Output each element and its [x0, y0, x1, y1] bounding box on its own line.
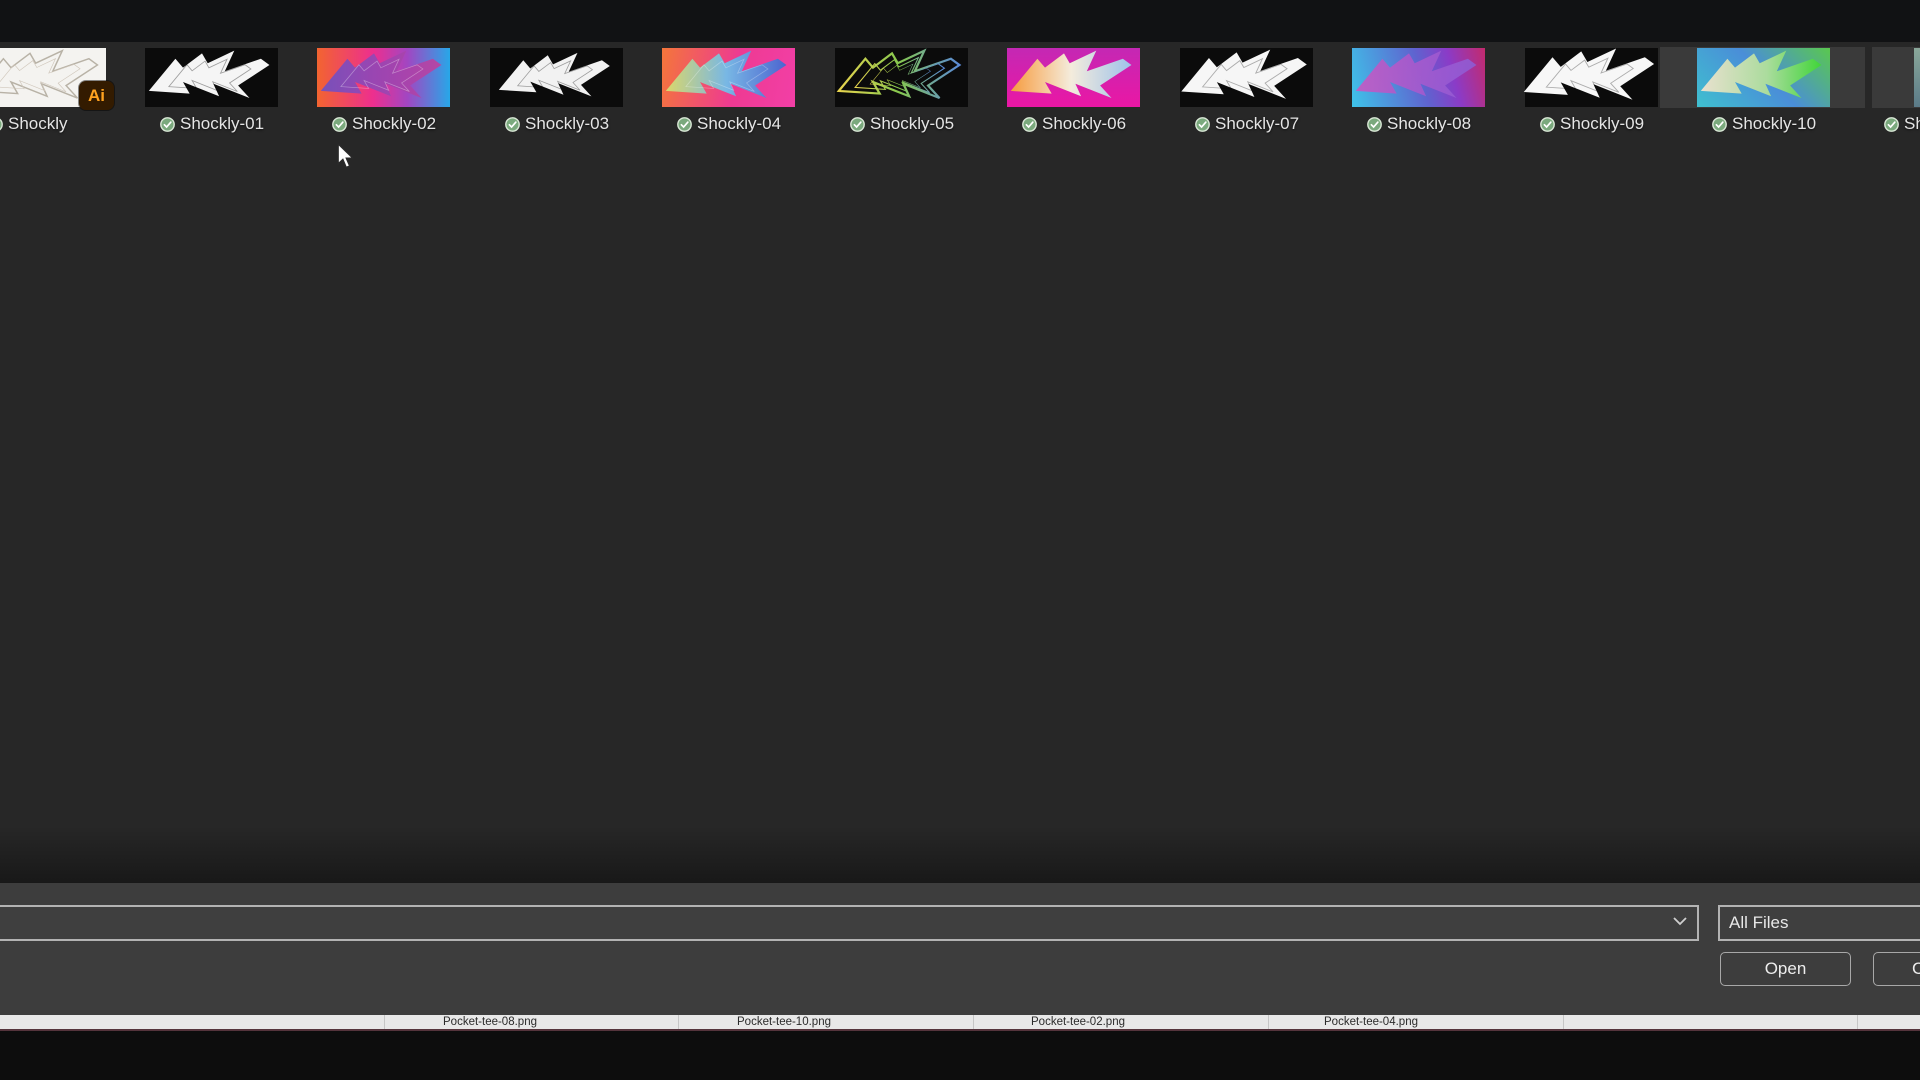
- sync-status-icon: [160, 117, 175, 132]
- background-window-strip: [0, 1015, 1920, 1031]
- chevron-down-icon[interactable]: [1672, 916, 1688, 926]
- sync-status-icon: [677, 117, 692, 132]
- file-item-shockly-01[interactable]: Shockly-01: [160, 113, 264, 135]
- file-thumbnail-shockly-09[interactable]: [1525, 48, 1658, 107]
- filename-input[interactable]: [0, 905, 1699, 941]
- file-thumbnail-shockly-10[interactable]: [1697, 48, 1830, 107]
- file-item-shockly-08[interactable]: Shockly-08: [1367, 113, 1471, 135]
- file-thumbnail-shockly-06[interactable]: [1007, 48, 1140, 107]
- file-name-label: Sh: [1904, 114, 1920, 134]
- clipped-thumbnail-sliver: [1914, 48, 1920, 107]
- sync-status-icon: [1540, 117, 1555, 132]
- file-item-shockly-03[interactable]: Shockly-03: [505, 113, 609, 135]
- dialog-footer-panel: [0, 883, 1920, 1015]
- title-bar: [0, 0, 1920, 42]
- grid-cell-divider: [1857, 1015, 1858, 1029]
- sync-status-icon: [1884, 117, 1899, 132]
- file-name-label: Shockly-09: [1560, 114, 1644, 134]
- file-item-shockly-05[interactable]: Shockly-05: [850, 113, 954, 135]
- file-thumbnail-shockly-07[interactable]: [1180, 48, 1313, 107]
- sync-status-icon: [332, 117, 347, 132]
- list-bottom-shadow: [0, 826, 1920, 883]
- file-name-label: Shockly-10: [1732, 114, 1816, 134]
- file-type-dropdown[interactable]: All Files: [1718, 905, 1920, 941]
- file-item-shockly-10[interactable]: Shockly-10: [1712, 113, 1816, 135]
- open-button[interactable]: Open: [1720, 952, 1851, 986]
- mouse-cursor: [335, 144, 357, 170]
- sync-status-icon: [850, 117, 865, 132]
- cancel-button[interactable]: Cancel: [1873, 952, 1920, 986]
- file-item-shockly[interactable]: Shockly: [0, 113, 68, 135]
- file-name-label: Shockly-07: [1215, 114, 1299, 134]
- background-file-label: Pocket-tee-08.png: [443, 1016, 537, 1028]
- file-item-shockly-06[interactable]: Shockly-06: [1022, 113, 1126, 135]
- file-item-shockly-09[interactable]: Shockly-09: [1540, 113, 1644, 135]
- file-list-area: [0, 42, 1920, 883]
- file-thumbnail-shockly-08[interactable]: [1352, 48, 1485, 107]
- file-item-shockly-07[interactable]: Shockly-07: [1195, 113, 1299, 135]
- sync-status-icon: [1367, 117, 1382, 132]
- file-item-shockly-02[interactable]: Shockly-02: [332, 113, 436, 135]
- sync-status-icon: [505, 117, 520, 132]
- file-thumbnail-shockly-01[interactable]: [145, 48, 278, 107]
- grid-cell-divider: [1563, 1015, 1564, 1029]
- file-item-shockly-04[interactable]: Shockly-04: [677, 113, 781, 135]
- adobe-illustrator-badge: Ai: [79, 81, 114, 110]
- item-highlight-tile: [1872, 47, 1920, 108]
- file-name-label: Shockly-04: [697, 114, 781, 134]
- file-thumbnail-shockly-05[interactable]: [835, 48, 968, 107]
- file-type-value: All Files: [1729, 913, 1789, 933]
- sync-status-icon: [1712, 117, 1727, 132]
- file-thumbnail-shockly-03[interactable]: [490, 48, 623, 107]
- file-thumbnail-shockly-02[interactable]: [317, 48, 450, 107]
- file-name-label: Shockly-03: [525, 114, 609, 134]
- file-thumbnail-shockly-ai[interactable]: Ai: [0, 48, 106, 107]
- file-name-label: Shockly: [8, 114, 68, 134]
- file-item-shockly-11-partial[interactable]: Sh: [1884, 113, 1920, 135]
- grid-cell-divider: [678, 1015, 679, 1029]
- file-name-label: Shockly-02: [352, 114, 436, 134]
- background-file-label: Pocket-tee-02.png: [1031, 1016, 1125, 1028]
- grid-cell-divider: [384, 1015, 385, 1029]
- footer-black-bar: [0, 1031, 1920, 1080]
- sync-status-icon: [1022, 117, 1037, 132]
- sync-status-icon: [1195, 117, 1210, 132]
- file-open-dialog: Ai Shockly Shockly-01 Shockly-02 Shock: [0, 0, 1920, 1080]
- file-name-label: Shockly-06: [1042, 114, 1126, 134]
- background-file-label: Pocket-tee-10.png: [737, 1016, 831, 1028]
- sync-status-icon: [0, 117, 3, 132]
- file-name-label: Shockly-05: [870, 114, 954, 134]
- file-name-label: Shockly-01: [180, 114, 264, 134]
- background-file-label: Pocket-tee-04.png: [1324, 1016, 1418, 1028]
- file-name-label: Shockly-08: [1387, 114, 1471, 134]
- file-thumbnail-shockly-04[interactable]: [662, 48, 795, 107]
- grid-cell-divider: [973, 1015, 974, 1029]
- grid-cell-divider: [1268, 1015, 1269, 1029]
